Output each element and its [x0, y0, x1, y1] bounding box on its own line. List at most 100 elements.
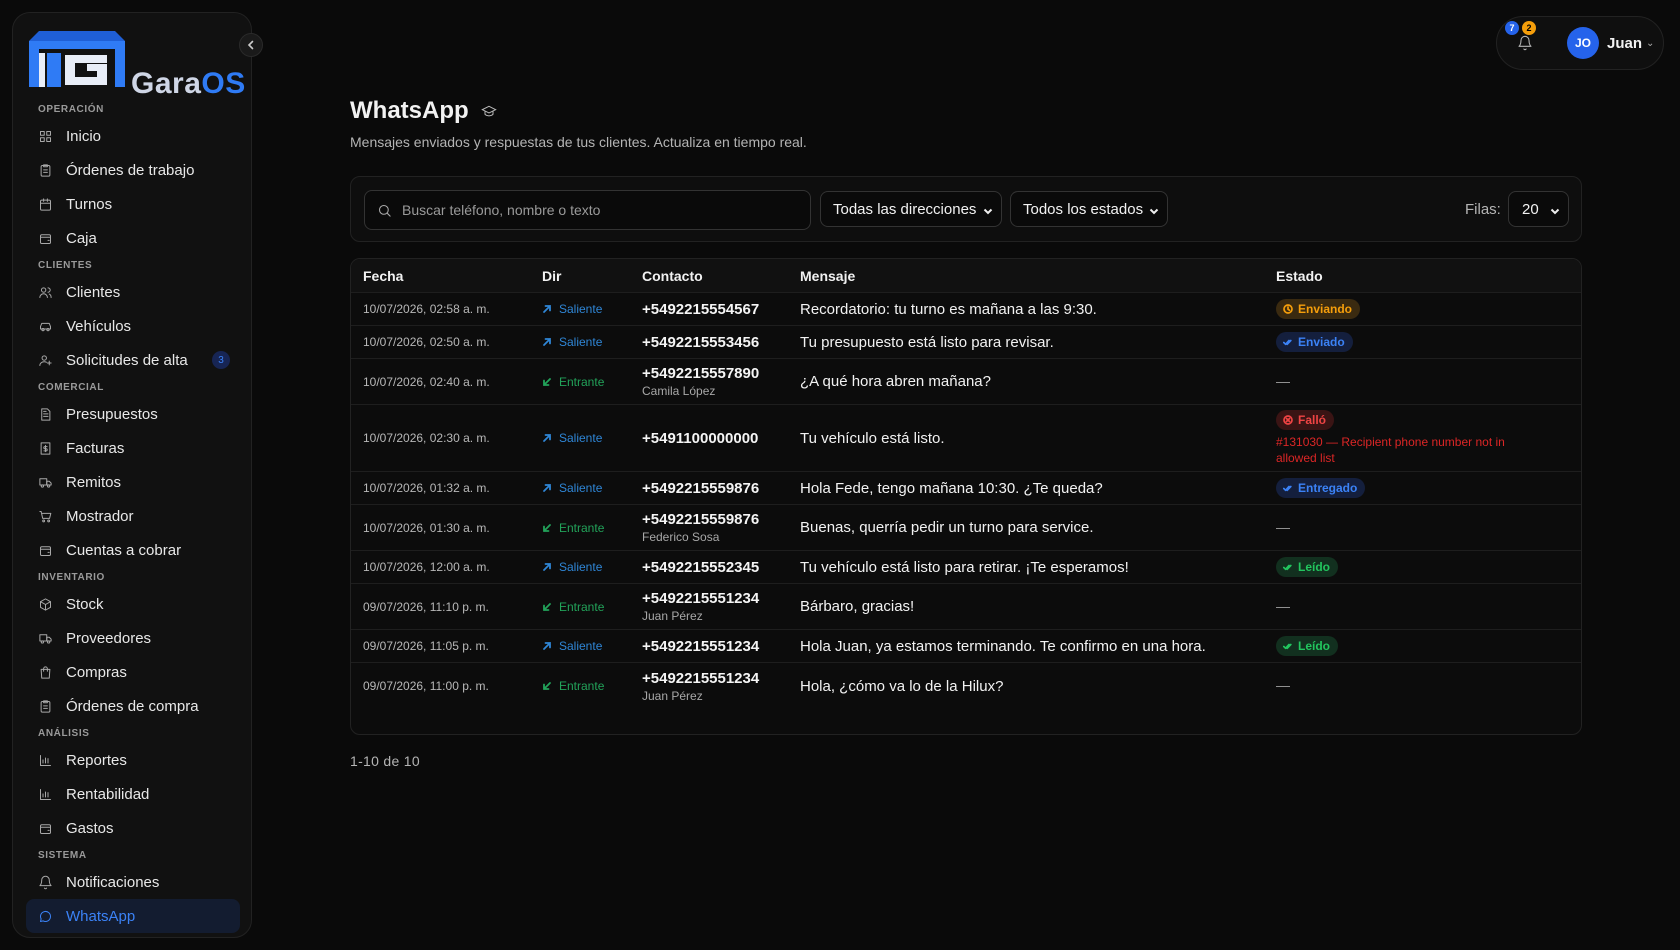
- sidebar-item-facturas[interactable]: Facturas: [26, 431, 240, 465]
- sidebar-item-compras[interactable]: Compras: [26, 655, 240, 689]
- cell-estado: Enviando: [1276, 299, 1361, 319]
- status-empty: —: [1276, 597, 1290, 614]
- sidebar-item-gastos[interactable]: Gastos: [26, 811, 240, 845]
- sidebar-item-rentabilidad[interactable]: Rentabilidad: [26, 777, 240, 811]
- chevron-down-icon[interactable]: ⌄: [1646, 38, 1654, 49]
- table-row[interactable]: 10/07/2026, 01:30 a. m. Entrante +54922155…: [351, 505, 1581, 551]
- search-icon: [378, 204, 391, 217]
- sidebar-item-label: Presupuestos: [66, 405, 158, 423]
- contact-name: Federico Sosa: [642, 530, 720, 544]
- user-name[interactable]: Juan: [1607, 35, 1642, 52]
- sidebar-item-mostrador[interactable]: Mostrador: [26, 499, 240, 533]
- cell-direction: Saliente: [542, 639, 602, 653]
- wallet-icon: [40, 545, 51, 556]
- status-select[interactable]: Todos los estados: [1010, 191, 1168, 227]
- sidebar-item-ordenes-de-trabajo[interactable]: Órdenes de trabajo: [26, 153, 240, 187]
- sidebar-item-ordenes-de-compra[interactable]: Órdenes de compra: [26, 689, 240, 723]
- chevron-down-icon: [983, 203, 993, 215]
- cart-icon: [39, 510, 52, 522]
- search-input[interactable]: [402, 202, 782, 218]
- status-badge-label: Enviando: [1298, 302, 1353, 316]
- sidebar-nav: OPERACIÓN Inicio Órdenes de trabajo Turnos C…: [13, 99, 251, 937]
- sidebar-item-label: Proveedores: [66, 629, 152, 647]
- sidebar-item-label: Solicitudes de alta: [66, 351, 188, 369]
- error-message: #131030 — Recipient phone number not in …: [1276, 435, 1505, 465]
- table-row[interactable]: 10/07/2026, 02:50 a. m. Saliente +54922155…: [351, 326, 1581, 359]
- cell-contacto: +5492215553456: [642, 334, 759, 351]
- sidebar-item-inicio[interactable]: Inicio: [26, 119, 240, 153]
- cell-contacto: +5492215551234 Juan Pérez: [642, 670, 759, 703]
- status-empty: —: [1276, 518, 1290, 535]
- column-header-contacto[interactable]: Contacto: [642, 268, 703, 284]
- sidebar-item-label: Inicio: [66, 127, 102, 145]
- sidebar-item-vehiculos[interactable]: Vehículos: [26, 309, 240, 343]
- table-row[interactable]: 10/07/2026, 02:58 a. m. Saliente +54922155…: [351, 293, 1581, 326]
- arrow-up-right-icon: [543, 305, 551, 313]
- shopping-bag-icon: [40, 665, 51, 679]
- cell-direction: Saliente: [542, 560, 602, 574]
- user-toolbar: 7 2 JO Juan ⌄: [1496, 16, 1664, 70]
- sidebar-item-label: Cuentas a cobrar: [66, 541, 182, 559]
- table-row[interactable]: 09/07/2026, 11:10 p. m. Entrante +54922155…: [351, 584, 1581, 630]
- sidebar-item-turnos[interactable]: Turnos: [26, 187, 240, 221]
- bell-icon: [39, 875, 52, 889]
- table-body: 10/07/2026, 02:58 a. m. Saliente +54922155…: [351, 293, 1581, 709]
- sidebar-item-proveedores[interactable]: Proveedores: [26, 621, 240, 655]
- sidebar-item-reportes[interactable]: Reportes: [26, 743, 240, 777]
- cell-fecha: 09/07/2026, 11:00 p. m.: [363, 679, 489, 693]
- status-badge-label: Falló: [1298, 413, 1327, 427]
- cell-fecha: 10/07/2026, 02:50 a. m.: [363, 335, 490, 349]
- column-header-dir[interactable]: Dir: [542, 268, 561, 284]
- cell-mensaje: Tu presupuesto está listo para revisar.: [800, 333, 1054, 351]
- table-row[interactable]: 09/07/2026, 11:05 p. m. Saliente +54922155…: [351, 630, 1581, 663]
- sidebar-item-caja[interactable]: Caja: [26, 221, 240, 255]
- table-row[interactable]: 10/07/2026, 01:32 a. m. Saliente +54922155…: [351, 472, 1581, 505]
- contact-phone: +5492215554567: [642, 300, 760, 318]
- sidebar-item-label: Órdenes de compra: [66, 697, 199, 715]
- notifications-button[interactable]: 7 2: [1505, 21, 1537, 55]
- direction-label: Entrante: [559, 520, 605, 535]
- direction-select[interactable]: Todas las direcciones: [820, 191, 1002, 227]
- rows-per-page-select[interactable]: 20: [1508, 191, 1569, 227]
- cell-fecha: 10/07/2026, 01:30 a. m.: [363, 520, 490, 535]
- table-row[interactable]: 10/07/2026, 12:00 a. m. Saliente +54922155…: [351, 551, 1581, 584]
- sidebar-item-solicitudes-de-alta[interactable]: Solicitudes de alta 3: [26, 343, 240, 377]
- calendar-icon: [40, 197, 51, 211]
- cell-direction: Saliente: [542, 481, 602, 495]
- users-icon: [39, 286, 52, 298]
- sidebar-item-whatsapp[interactable]: WhatsApp: [26, 899, 240, 933]
- graduation-cap-icon[interactable]: [480, 103, 497, 119]
- grid-icon: [40, 130, 51, 142]
- cell-fecha: 10/07/2026, 01:32 a. m.: [363, 481, 490, 495]
- chevron-down-icon: [1149, 203, 1159, 215]
- column-header-estado[interactable]: Estado: [1276, 268, 1323, 284]
- table-row[interactable]: 10/07/2026, 02:40 a. m. Entrante +54922155…: [351, 359, 1581, 405]
- direction-label: Saliente: [559, 639, 603, 653]
- sidebar-item-remitos[interactable]: Remitos: [26, 465, 240, 499]
- sidebar-item-presupuestos[interactable]: Presupuestos: [26, 397, 240, 431]
- status-badge-label: Entregado: [1298, 481, 1358, 495]
- cell-contacto: +5492215551234: [642, 638, 759, 655]
- cell-direction: Saliente: [542, 431, 602, 445]
- bar-chart-icon: [40, 788, 51, 800]
- garaos-logo[interactable]: GaraOS: [27, 27, 251, 100]
- table-row[interactable]: 09/07/2026, 11:00 p. m. Entrante +54922155…: [351, 663, 1581, 709]
- column-header-mensaje[interactable]: Mensaje: [800, 268, 855, 284]
- direction-label: Entrante: [559, 679, 605, 693]
- table-row[interactable]: 10/07/2026, 02:30 a. m. Saliente +54911000…: [351, 405, 1581, 472]
- contact-phone: +5492215552345: [642, 558, 760, 576]
- sidebar-item-cuentas-a-cobrar[interactable]: Cuentas a cobrar: [26, 533, 240, 567]
- sidebar-item-pagina-publica[interactable]: Página pública: [26, 933, 240, 937]
- garage-logo-icon: [29, 31, 125, 87]
- direction-label: Saliente: [559, 560, 603, 574]
- sidebar-item-stock[interactable]: Stock: [26, 587, 240, 621]
- sidebar-section-clientes: CLIENTES: [38, 259, 93, 271]
- sidebar-item-clientes[interactable]: Clientes: [26, 275, 240, 309]
- sidebar-collapse-button[interactable]: [239, 33, 263, 57]
- column-header-fecha[interactable]: Fecha: [363, 268, 403, 284]
- search-box[interactable]: [364, 190, 811, 230]
- cell-contacto: +5492215551234 Juan Pérez: [642, 590, 759, 623]
- avatar[interactable]: JO: [1567, 27, 1599, 59]
- sidebar-item-notificaciones[interactable]: Notificaciones: [26, 865, 240, 899]
- sidebar-item-label: WhatsApp: [66, 907, 136, 925]
